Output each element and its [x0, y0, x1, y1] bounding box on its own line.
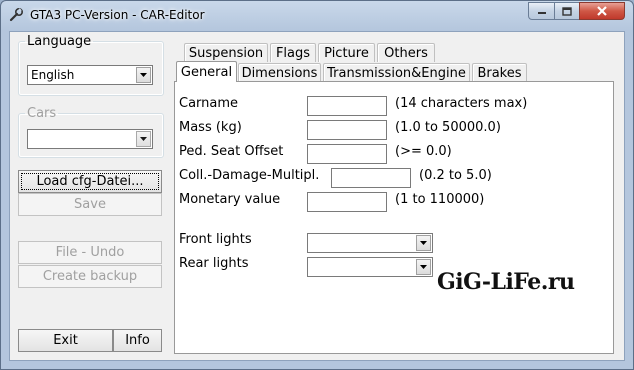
carname-hint: (14 characters max): [395, 96, 528, 111]
watermark: GiG-LiFe.ru: [437, 269, 575, 295]
exit-button[interactable]: Exit: [18, 329, 113, 352]
cars-label: Cars: [27, 106, 57, 121]
minimize-button[interactable]: [528, 2, 555, 20]
coll-damage-hint: (0.2 to 5.0): [419, 168, 492, 183]
close-icon: [597, 6, 607, 16]
rear-lights-select[interactable]: [307, 257, 433, 277]
chevron-down-icon: [136, 131, 151, 147]
tab-others[interactable]: Others: [377, 43, 435, 62]
title-bar[interactable]: GTA3 PC-Version - CAR-Editor: [1, 1, 633, 31]
maximize-icon: [562, 6, 572, 16]
rear-lights-label: Rear lights: [179, 256, 249, 271]
language-value: English: [31, 68, 75, 82]
save-button[interactable]: Save: [18, 193, 162, 216]
info-button[interactable]: Info: [113, 329, 162, 352]
mass-hint: (1.0 to 50000.0): [395, 120, 501, 135]
language-select[interactable]: English: [27, 65, 153, 85]
monetary-value-label: Monetary value: [179, 192, 281, 207]
coll-damage-label: Coll.-Damage-Multipl.: [179, 168, 320, 183]
monetary-value-input[interactable]: [307, 192, 387, 212]
load-cfg-button[interactable]: Load cfg-Datei...: [18, 170, 162, 193]
carname-input[interactable]: [307, 96, 387, 116]
tab-general[interactable]: General: [176, 61, 237, 82]
carname-label: Carname: [179, 96, 239, 111]
wrench-icon: [9, 7, 24, 22]
window-title: GTA3 PC-Version - CAR-Editor: [30, 8, 205, 22]
chevron-down-icon: [136, 67, 151, 83]
chevron-down-icon: [416, 235, 431, 251]
monetary-value-hint: (1 to 110000): [395, 192, 485, 207]
tab-picture[interactable]: Picture: [318, 43, 375, 62]
chevron-down-icon: [416, 259, 431, 275]
ped-seat-offset-label: Ped. Seat Offset: [179, 144, 284, 159]
front-lights-select[interactable]: [307, 233, 433, 253]
maximize-button[interactable]: [554, 2, 580, 20]
close-button[interactable]: [579, 2, 625, 20]
minimize-icon: [537, 12, 546, 14]
tab-brakes[interactable]: Brakes: [472, 63, 527, 82]
language-label: Language: [27, 34, 92, 49]
tab-flags[interactable]: Flags: [270, 43, 316, 62]
cars-select[interactable]: [27, 129, 153, 149]
front-lights-label: Front lights: [179, 232, 252, 247]
app-window: GTA3 PC-Version - CAR-Editor Language En…: [0, 0, 634, 370]
tab-dimensions[interactable]: Dimensions: [238, 63, 321, 82]
ped-seat-offset-input[interactable]: [307, 144, 387, 164]
general-tab-page: Carname (14 characters max) Mass (kg) (1…: [174, 81, 614, 354]
coll-damage-input[interactable]: [331, 168, 411, 188]
file-undo-button[interactable]: File - Undo: [18, 241, 162, 264]
tab-transmission-engine[interactable]: Transmission&Engine: [323, 63, 470, 82]
mass-label: Mass (kg): [179, 120, 242, 135]
ped-seat-offset-hint: (>= 0.0): [395, 144, 452, 159]
tab-suspension[interactable]: Suspension: [184, 43, 268, 62]
mass-input[interactable]: [307, 120, 387, 140]
client-area: Language English Cars Load cfg-Datei... …: [9, 31, 625, 361]
create-backup-button[interactable]: Create backup: [18, 265, 162, 288]
